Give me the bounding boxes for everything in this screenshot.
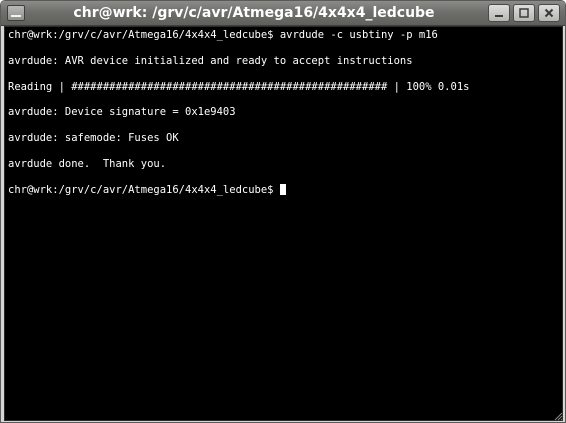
prompt-line: chr@wrk:/grv/c/avr/Atmega16/4x4x4_ledcub… bbox=[8, 183, 469, 197]
terminal-line: chr@wrk:/grv/c/avr/Atmega16/4x4x4_ledcub… bbox=[8, 29, 438, 41]
minimize-button[interactable] bbox=[488, 4, 510, 22]
window-controls bbox=[488, 4, 560, 22]
resize-grip-icon[interactable] bbox=[553, 411, 563, 421]
terminal-line: avrdude: safemode: Fuses OK bbox=[8, 132, 179, 145]
close-icon bbox=[544, 8, 554, 18]
terminal-line: avrdude done. Thank you. bbox=[8, 157, 167, 170]
terminal-window: chr@wrk: /grv/c/avr/Atmega16/4x4x4_ledcu… bbox=[0, 0, 566, 423]
terminal-line: Reading | ##############################… bbox=[8, 80, 470, 93]
minimize-icon bbox=[495, 15, 503, 17]
text-cursor bbox=[279, 183, 286, 195]
terminal-output: chr@wrk:/grv/c/avr/Atmega16/4x4x4_ledcub… bbox=[8, 29, 469, 197]
window-menu-icon[interactable] bbox=[7, 5, 25, 21]
terminal-line: avrdude: AVR device initialized and read… bbox=[8, 54, 413, 67]
prompt-text: chr@wrk:/grv/c/avr/Atmega16/4x4x4_ledcub… bbox=[8, 183, 280, 196]
terminal-area[interactable]: chr@wrk:/grv/c/avr/Atmega16/4x4x4_ledcub… bbox=[4, 26, 563, 421]
maximize-icon bbox=[519, 8, 529, 18]
title-bar[interactable]: chr@wrk: /grv/c/avr/Atmega16/4x4x4_ledcu… bbox=[1, 1, 565, 26]
terminal-line: avrdude: Device signature = 0x1e9403 bbox=[8, 106, 236, 119]
close-button[interactable] bbox=[538, 4, 560, 22]
maximize-button[interactable] bbox=[513, 4, 535, 22]
window-title: chr@wrk: /grv/c/avr/Atmega16/4x4x4_ledcu… bbox=[73, 5, 435, 21]
